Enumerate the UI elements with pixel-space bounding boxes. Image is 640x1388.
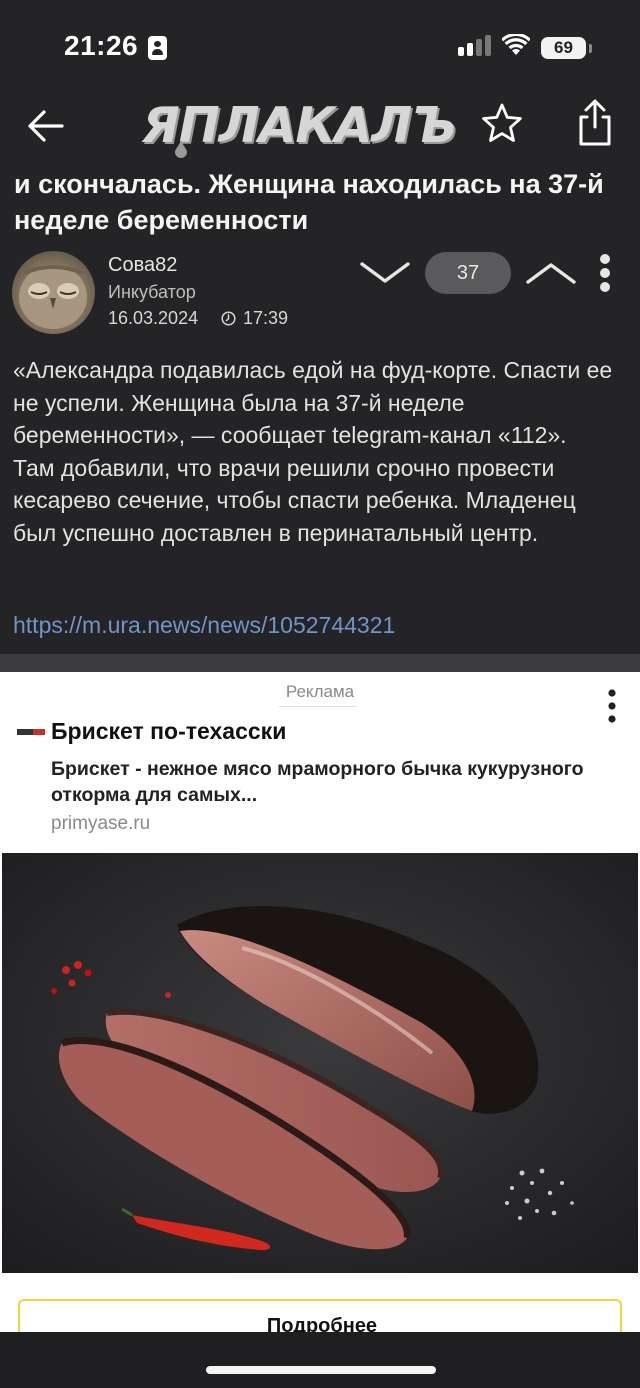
post-score: 37: [425, 252, 511, 294]
author-rank: Инкубатор: [108, 282, 196, 302]
post-more-menu-icon[interactable]: [594, 252, 616, 294]
battery-indicator: 69: [541, 37, 586, 59]
wifi-icon: [502, 34, 530, 55]
ad-title[interactable]: Брискет по-техасски: [51, 718, 286, 745]
advertiser-logo-icon: [17, 729, 45, 735]
battery-tip: [589, 44, 592, 53]
ad-product-image[interactable]: [2, 853, 638, 1273]
author-avatar[interactable]: [12, 251, 95, 334]
downvote-chevron-icon[interactable]: [358, 256, 412, 290]
ad-description[interactable]: Брискет - нежное мясо мраморного бычка к…: [51, 756, 611, 808]
post-title: и скончалась. Женщина находилась на 37-й…: [14, 169, 604, 235]
status-bar: 21:26 69: [0, 0, 640, 95]
ad-label-underline: [279, 706, 357, 707]
star-icon[interactable]: [477, 99, 527, 149]
back-arrow-icon[interactable]: [22, 101, 72, 151]
post-body: «Александра подавилась едой на фуд-корте…: [13, 357, 613, 546]
site-logo[interactable]: ЯПЛАКАЛЪ: [142, 97, 457, 155]
contact-card-icon: [148, 36, 167, 60]
upvote-chevron-icon[interactable]: [524, 256, 578, 290]
headline-clipped-line: [0, 150, 640, 162]
author-name[interactable]: Сова82: [108, 254, 177, 277]
post-date: 16.03.2024: [108, 308, 199, 328]
ad-more-menu-icon[interactable]: [605, 688, 619, 724]
owl-avatar-image: [19, 265, 87, 329]
status-time: 21:26: [64, 30, 139, 61]
source-link[interactable]: https://m.ura.news/news/1052744321: [13, 612, 395, 639]
brisket-photo: [2, 853, 638, 1273]
post-time: 17:39: [243, 308, 289, 328]
ad-card[interactable]: Реклама Брискет по-техасски Брискет - не…: [0, 672, 640, 1388]
ad-label: Реклама: [285, 682, 355, 701]
home-indicator[interactable]: [206, 1366, 436, 1374]
home-indicator-area: [0, 1332, 640, 1388]
share-icon[interactable]: [570, 97, 620, 151]
section-divider: [0, 654, 640, 672]
ad-domain[interactable]: primyase.ru: [51, 813, 150, 835]
clock-icon: [221, 311, 236, 326]
